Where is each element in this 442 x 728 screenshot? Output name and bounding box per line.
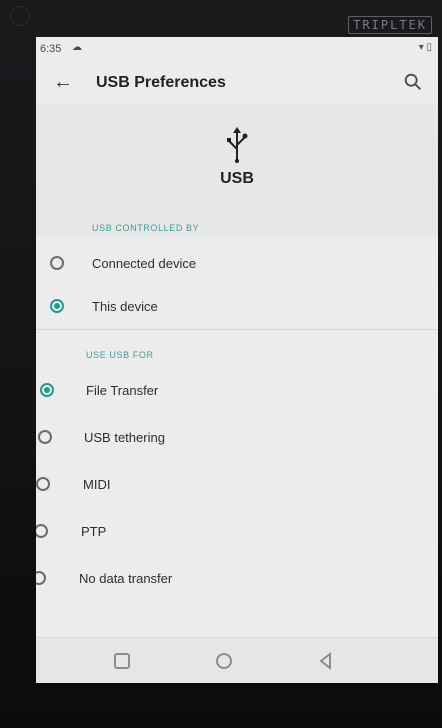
search-icon[interactable] <box>402 71 424 93</box>
status-time: 6:35 <box>40 43 62 55</box>
phone-screen: 6:35 ☁ ▾ ▯ ← USB Preferences USB USB CON… <box>36 37 438 683</box>
option-this-device[interactable]: This device <box>36 287 438 327</box>
usb-label: USB <box>220 170 254 187</box>
option-connected-device[interactable]: Connected device <box>36 244 438 284</box>
section-title-use-usb-for: USE USB FOR <box>86 350 154 360</box>
radio-this-device[interactable] <box>50 299 64 313</box>
radio-no-data-transfer[interactable] <box>36 571 46 585</box>
option-ptp[interactable]: PTP <box>36 512 438 552</box>
option-label: File Transfer <box>86 383 159 398</box>
brand-logo: TRIPLTEK <box>348 16 432 34</box>
app-bar: ← USB Preferences <box>36 61 438 105</box>
option-midi[interactable]: MIDI <box>36 465 438 505</box>
back-triangle-icon[interactable] <box>314 649 338 673</box>
navigation-bar <box>36 637 438 683</box>
option-no-data-transfer[interactable]: No data transfer <box>36 559 438 599</box>
back-arrow-icon[interactable]: ← <box>50 69 76 95</box>
page-title: USB Preferences <box>96 74 226 91</box>
recent-apps-square-icon[interactable] <box>110 649 134 673</box>
section-divider <box>36 329 438 330</box>
home-circle-icon[interactable] <box>212 649 236 673</box>
front-camera <box>10 6 30 26</box>
radio-usb-tethering[interactable] <box>38 430 52 444</box>
radio-ptp[interactable] <box>36 524 48 538</box>
option-usb-tethering[interactable]: USB tethering <box>36 418 438 458</box>
radio-connected-device[interactable] <box>50 256 64 270</box>
wifi-battery-icons: ▾ ▯ <box>418 42 432 53</box>
option-label: MIDI <box>83 477 111 492</box>
radio-midi[interactable] <box>36 477 50 491</box>
usb-icon <box>227 127 248 163</box>
radio-file-transfer[interactable] <box>40 383 54 397</box>
section-title-usb-controlled-by: USB CONTROLLED BY <box>92 223 200 233</box>
cloud-icon: ☁ <box>72 42 82 53</box>
option-label: This device <box>92 299 158 314</box>
option-label: Connected device <box>92 256 197 271</box>
option-label: USB tethering <box>84 430 165 445</box>
status-bar: 6:35 ☁ ▾ ▯ <box>36 37 438 61</box>
option-label: PTP <box>81 524 107 539</box>
option-file-transfer[interactable]: File Transfer <box>36 371 438 411</box>
option-label: No data transfer <box>79 571 173 586</box>
